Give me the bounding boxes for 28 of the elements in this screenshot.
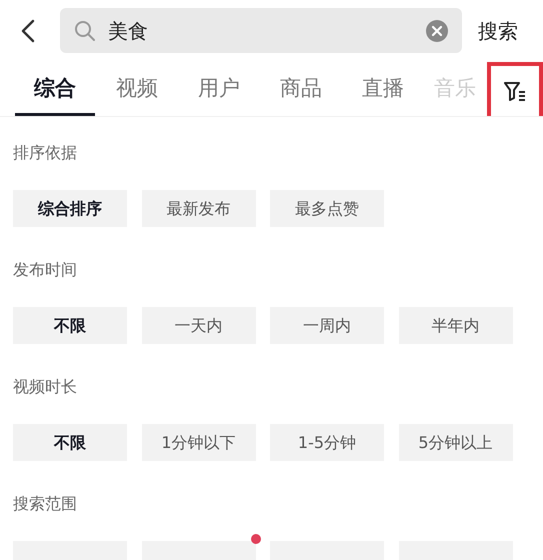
filter-option[interactable]: 半年内 (398, 307, 512, 344)
tab[interactable]: 用户 (179, 64, 259, 116)
tab[interactable]: 综合 (15, 64, 95, 116)
filter-option[interactable]: 1-5分钟 (270, 424, 384, 461)
filter-option[interactable]: 一周内 (270, 307, 384, 344)
filter-option[interactable]: 1分钟以下 (142, 424, 256, 461)
filter-option[interactable]: 最新发布 (142, 190, 256, 227)
section-title: 搜索范围 (13, 493, 77, 515)
clear-icon[interactable] (426, 20, 448, 42)
filter-button[interactable] (487, 62, 543, 116)
tab[interactable]: 直播 (343, 64, 423, 116)
filter-option[interactable]: 5分钟以上 (398, 424, 512, 461)
section-title: 视频时长 (13, 376, 77, 398)
filter-icon (504, 82, 526, 102)
filter-option[interactable]: 一天内 (142, 307, 256, 344)
search-field[interactable]: 美食 (60, 8, 462, 53)
section-title: 发布时间 (13, 259, 77, 281)
filter-option[interactable]: 不限 (13, 307, 127, 344)
tab[interactable]: 商品 (261, 64, 341, 116)
back-icon (20, 18, 34, 42)
tab[interactable]: 视频 (97, 64, 177, 116)
search-text: 美食 (108, 18, 149, 44)
filter-option[interactable]: 不限 (13, 424, 127, 461)
filter-option[interactable]: 综合排序 (13, 190, 127, 227)
filter-option[interactable]: 最多点赞 (270, 190, 384, 227)
search-button[interactable]: 搜索 (478, 16, 518, 46)
search-icon (74, 20, 96, 42)
section-title: 排序依据 (13, 142, 77, 164)
